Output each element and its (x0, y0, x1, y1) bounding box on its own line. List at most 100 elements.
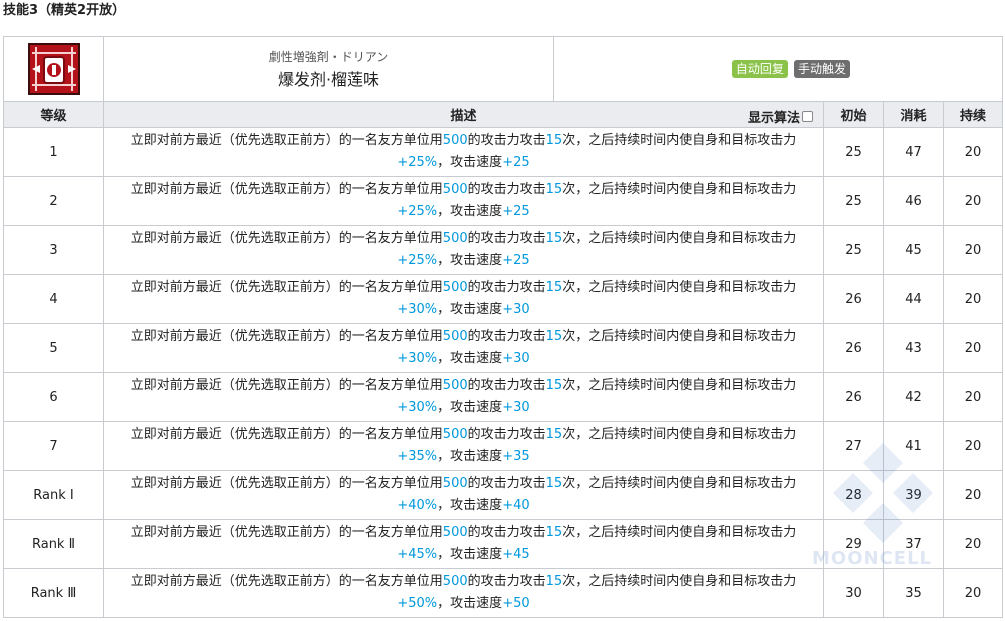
desc-highlight-value: 500 (442, 280, 468, 295)
desc-highlight-value: 500 (442, 476, 468, 491)
level-cell: 1 (3, 127, 104, 177)
table-body: 1 立即对前方最近（优先选取正前方）的一名友方单位用500的攻击力攻击15次，之后… (3, 127, 1004, 618)
desc-text: 次，之后持续时间内使自身和目标攻击力 (562, 182, 797, 197)
desc-highlight-value: 500 (442, 427, 468, 442)
duration-cell: 20 (942, 225, 1004, 275)
table-row: Rank Ⅱ 立即对前方最近（优先选取正前方）的一名友方单位用500的攻击力攻击1… (3, 519, 1004, 569)
initial-sp-cell: 26 (823, 274, 884, 324)
desc-text: ，攻击速度 (437, 547, 503, 562)
desc-highlight-value: +30 (502, 351, 530, 366)
duration-cell: 20 (942, 127, 1004, 177)
desc-highlight-value: +25% (397, 155, 438, 170)
table-row: 1 立即对前方最近（优先选取正前方）的一名友方单位用500的攻击力攻击15次，之后… (3, 127, 1004, 177)
col-desc: 描述 显示算法 (103, 101, 824, 128)
initial-sp-cell: 26 (823, 372, 884, 422)
desc-highlight-value: 15 (545, 427, 563, 442)
duration-cell: 20 (942, 470, 1004, 520)
desc-text: 立即对前方最近（优先选取正前方）的一名友方单位用 (130, 574, 443, 589)
show-algorithm-checkbox[interactable] (802, 111, 813, 122)
initial-sp-cell: 25 (823, 225, 884, 275)
desc-text: 立即对前方最近（优先选取正前方）的一名友方单位用 (130, 182, 443, 197)
level-cell: 3 (3, 225, 104, 275)
table-row: 5 立即对前方最近（优先选取正前方）的一名友方单位用500的攻击力攻击15次，之后… (3, 323, 1004, 373)
desc-text: ，攻击速度 (437, 596, 503, 611)
description-cell: 立即对前方最近（优先选取正前方）的一名友方单位用500的攻击力攻击15次，之后持… (103, 421, 824, 471)
sp-cost-cell: 35 (883, 568, 944, 618)
desc-text: ，攻击速度 (437, 498, 503, 513)
desc-text: 次，之后持续时间内使自身和目标攻击力 (562, 133, 797, 148)
description-cell: 立即对前方最近（优先选取正前方）的一名友方单位用500的攻击力攻击15次，之后持… (103, 176, 824, 226)
duration-cell: 20 (942, 421, 1004, 471)
skill-header-row: 劇性増強剤・ドリアン 爆发剂·榴莲味 自动回复 手动触发 (3, 36, 1004, 102)
duration-cell: 20 (942, 372, 1004, 422)
desc-highlight-value: 500 (442, 574, 468, 589)
description-cell: 立即对前方最近（优先选取正前方）的一名友方单位用500的攻击力攻击15次，之后持… (103, 519, 824, 569)
desc-highlight-value: 15 (545, 280, 563, 295)
desc-text: 的攻击力攻击 (467, 280, 546, 295)
table-row: Rank Ⅰ 立即对前方最近（优先选取正前方）的一名友方单位用500的攻击力攻击1… (3, 470, 1004, 520)
sp-cost-cell: 47 (883, 127, 944, 177)
desc-highlight-value: +30 (502, 400, 530, 415)
duration-cell: 20 (942, 568, 1004, 618)
duration-cell: 20 (942, 274, 1004, 324)
desc-highlight-value: 500 (442, 182, 468, 197)
desc-text: 立即对前方最近（优先选取正前方）的一名友方单位用 (130, 329, 443, 344)
sp-cost-cell: 46 (883, 176, 944, 226)
sp-cost-cell: 37 (883, 519, 944, 569)
skill-name-jp: 劇性増強剤・ドリアン (268, 50, 389, 64)
description-cell: 立即对前方最近（优先选取正前方）的一名友方单位用500的攻击力攻击15次，之后持… (103, 274, 824, 324)
desc-text: ，攻击速度 (437, 449, 503, 464)
desc-highlight-value: +25% (397, 204, 438, 219)
skill-table: 劇性増強剤・ドリアン 爆发剂·榴莲味 自动回复 手动触发 等级 描述 显示算法 … (3, 36, 1004, 618)
skill-name-cell: 劇性増強剤・ドリアン 爆发剂·榴莲味 (103, 36, 554, 102)
description-cell: 立即对前方最近（优先选取正前方）的一名友方单位用500的攻击力攻击15次，之后持… (103, 323, 824, 373)
desc-highlight-value: +45 (502, 547, 530, 562)
desc-highlight-value: +25% (397, 253, 438, 268)
table-row: 4 立即对前方最近（优先选取正前方）的一名友方单位用500的攻击力攻击15次，之后… (3, 274, 1004, 324)
description-cell: 立即对前方最近（优先选取正前方）的一名友方单位用500的攻击力攻击15次，之后持… (103, 372, 824, 422)
column-header-row: 等级 描述 显示算法 初始 消耗 持续 (3, 101, 1004, 128)
section-title: 技能3（精英2开放） (3, 3, 126, 18)
table-row: Rank Ⅲ 立即对前方最近（优先选取正前方）的一名友方单位用500的攻击力攻击1… (3, 568, 1004, 618)
desc-highlight-value: +40 (502, 498, 530, 513)
tag-manual-trigger: 手动触发 (794, 60, 851, 78)
table-row: 3 立即对前方最近（优先选取正前方）的一名友方单位用500的攻击力攻击15次，之后… (3, 225, 1004, 275)
initial-sp-cell: 30 (823, 568, 884, 618)
desc-highlight-value: +40% (397, 498, 438, 513)
level-cell: Rank Ⅱ (3, 519, 104, 569)
desc-highlight-value: +30% (397, 400, 438, 415)
desc-text: ，攻击速度 (437, 302, 503, 317)
initial-sp-cell: 25 (823, 176, 884, 226)
desc-highlight-value: 15 (545, 182, 563, 197)
sp-cost-cell: 44 (883, 274, 944, 324)
level-cell: 6 (3, 372, 104, 422)
col-level: 等级 (3, 101, 104, 128)
sp-cost-cell: 43 (883, 323, 944, 373)
desc-highlight-value: 15 (545, 378, 563, 393)
initial-sp-cell: 25 (823, 127, 884, 177)
table-row: 6 立即对前方最近（优先选取正前方）的一名友方单位用500的攻击力攻击15次，之后… (3, 372, 1004, 422)
col-initial: 初始 (823, 101, 884, 128)
desc-text: 立即对前方最近（优先选取正前方）的一名友方单位用 (130, 133, 443, 148)
initial-sp-cell: 26 (823, 323, 884, 373)
desc-highlight-value: 15 (545, 133, 563, 148)
desc-highlight-value: +25 (502, 155, 530, 170)
desc-text: ，攻击速度 (437, 400, 503, 415)
desc-highlight-value: 500 (442, 378, 468, 393)
sp-cost-cell: 42 (883, 372, 944, 422)
initial-sp-cell: 27 (823, 421, 884, 471)
desc-highlight-value: 15 (545, 476, 563, 491)
initial-sp-cell: 28 (823, 470, 884, 520)
show-algorithm-label: 显示算法 (747, 111, 800, 126)
level-cell: 5 (3, 323, 104, 373)
desc-text: 的攻击力攻击 (467, 231, 546, 246)
desc-text: 的攻击力攻击 (467, 574, 546, 589)
show-algorithm-toggle[interactable]: 显示算法 (748, 107, 813, 126)
desc-highlight-value: +30 (502, 302, 530, 317)
desc-highlight-value: +35 (502, 449, 530, 464)
desc-text: 的攻击力攻击 (467, 182, 546, 197)
sp-cost-cell: 41 (883, 421, 944, 471)
skill-tags-cell: 自动回复 手动触发 (552, 36, 1004, 102)
desc-text: 立即对前方最近（优先选取正前方）的一名友方单位用 (130, 231, 443, 246)
desc-highlight-value: 15 (545, 231, 563, 246)
